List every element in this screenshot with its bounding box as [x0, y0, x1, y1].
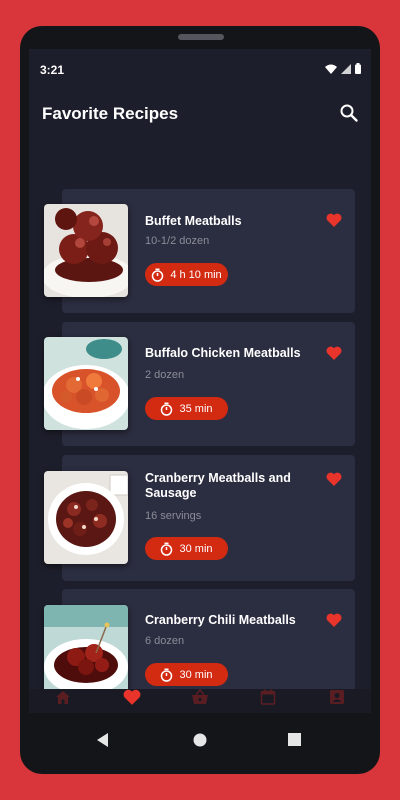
recipe-photo [44, 204, 128, 297]
favorite-heart-icon[interactable] [326, 346, 342, 360]
recipe-name: Cranberry Chili Meatballs [145, 613, 296, 627]
battery-icon [355, 63, 361, 74]
recipe-photo [44, 337, 128, 430]
recipe-name: Buffet Meatballs [145, 214, 242, 228]
system-navigation-bar [20, 713, 380, 774]
recipe-photo [44, 605, 128, 698]
cook-time: 35 min [179, 402, 213, 415]
cook-time: 30 min [179, 668, 213, 681]
signal-icon [341, 63, 351, 74]
recipe-yield: 10-1/2 dozen [145, 235, 210, 247]
cook-time-badge: 30 min [145, 537, 228, 560]
cook-time-badge: 35 min [145, 397, 228, 420]
recipe-card[interactable]: Buffet Meatballs 10-1/2 dozen 4 h 10 min [29, 189, 371, 313]
basket-icon [191, 689, 208, 704]
timer-icon [161, 402, 173, 416]
wifi-icon [325, 64, 337, 74]
cook-time: 4 h 10 min [170, 268, 222, 281]
app-bar: Favorite Recipes [29, 89, 371, 141]
profile-icon [329, 690, 344, 704]
nav-favorites[interactable] [112, 689, 152, 709]
status-time: 3:21 [40, 63, 65, 77]
nav-profile[interactable] [317, 689, 357, 709]
cook-time: 30 min [179, 542, 213, 555]
nav-home[interactable] [43, 689, 83, 709]
favorite-heart-icon[interactable] [326, 472, 342, 486]
heart-icon [123, 689, 141, 705]
recents-icon[interactable] [288, 733, 301, 746]
cook-time-badge: 30 min [145, 663, 228, 686]
page-title: Favorite Recipes [42, 104, 179, 123]
recipe-yield: 6 dozen [145, 635, 185, 647]
status-bar: 3:21 [29, 49, 371, 89]
back-icon[interactable] [97, 733, 109, 747]
home-circle-icon[interactable] [193, 733, 207, 747]
app-screen: 3:21 Favorite Recipes Buffet Meatballs 1… [29, 49, 371, 713]
recipe-name: Buffalo Chicken Meatballs [145, 346, 301, 360]
recipe-photo [44, 471, 128, 564]
recipe-yield: 16 servings [145, 510, 202, 522]
recipe-name: Cranberry Meatballs and Sausage [145, 471, 291, 500]
favorite-heart-icon[interactable] [326, 613, 342, 627]
timer-icon [161, 542, 173, 556]
favorite-heart-icon[interactable] [326, 213, 342, 227]
recipe-card[interactable]: Buffalo Chicken Meatballs 2 dozen 35 min [29, 322, 371, 446]
earpiece-speaker [178, 34, 224, 40]
calendar-icon [261, 689, 276, 705]
phone-device: 3:21 Favorite Recipes Buffet Meatballs 1… [20, 26, 380, 774]
recipe-yield: 2 dozen [145, 369, 185, 381]
search-icon[interactable] [339, 103, 359, 123]
nav-basket[interactable] [180, 689, 220, 709]
timer-icon [161, 668, 173, 682]
timer-icon [152, 268, 164, 282]
bottom-navigation [29, 689, 371, 713]
recipe-card[interactable]: Cranberry Meatballs and Sausage 16 servi… [29, 455, 371, 581]
home-icon [56, 691, 71, 704]
status-icons [325, 63, 361, 74]
cook-time-badge: 4 h 10 min [145, 263, 228, 286]
nav-calendar[interactable] [248, 689, 288, 709]
